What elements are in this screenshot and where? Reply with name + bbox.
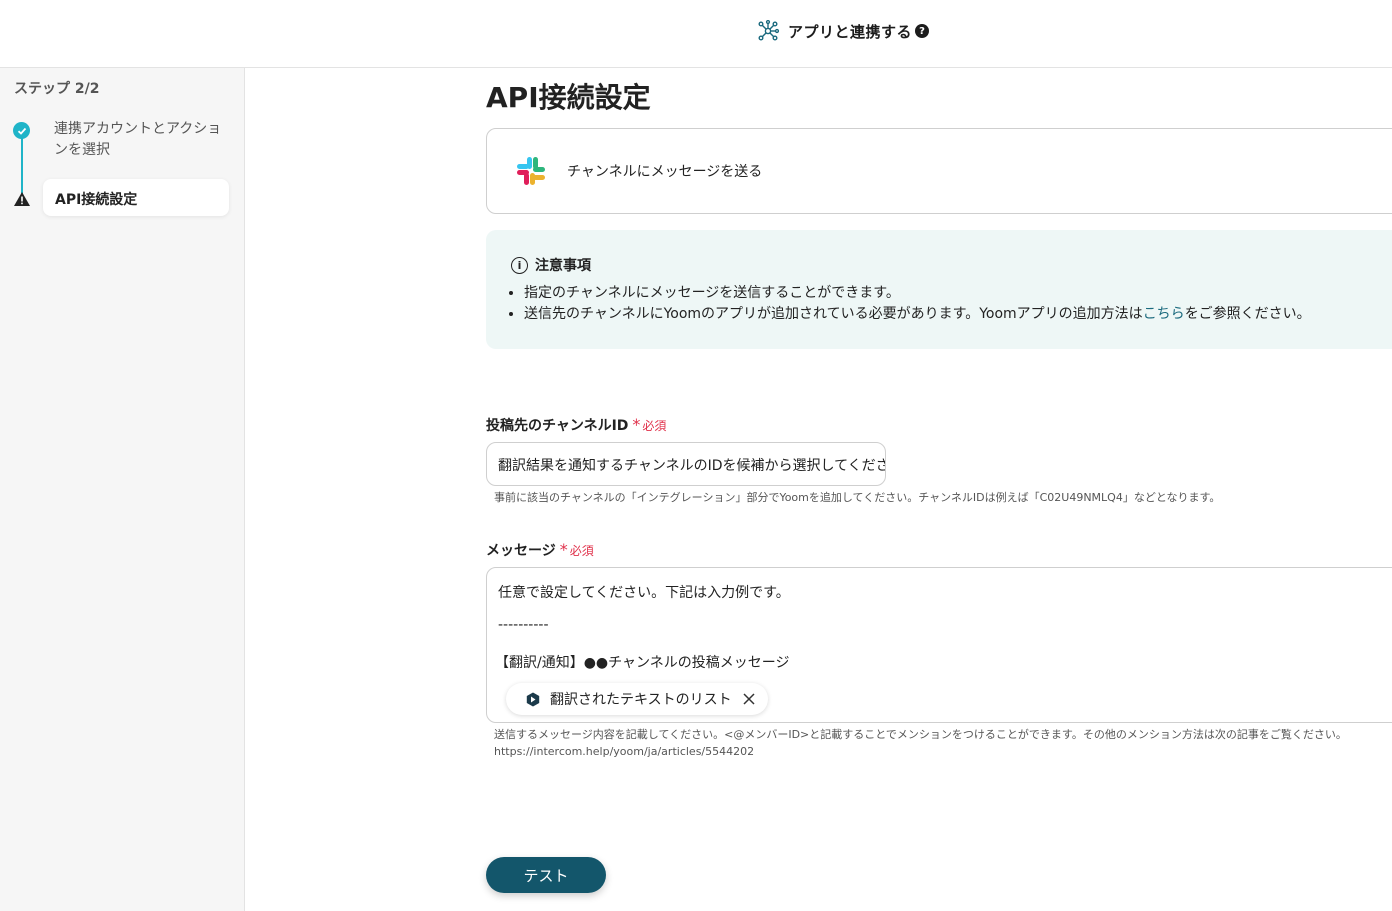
header-title-group: アプリと連携する ? xyxy=(757,19,930,43)
message-field-hint-url: https://intercom.help/yoom/ja/articles/5… xyxy=(494,745,755,758)
step-connector-line xyxy=(21,138,23,196)
required-text: 必須 xyxy=(569,543,594,558)
required-badge: * 必須 xyxy=(632,415,667,434)
page-title: API接続設定 xyxy=(486,81,651,114)
close-icon[interactable] xyxy=(742,692,756,706)
required-text: 必須 xyxy=(642,418,667,433)
step-count: ステップ 2/2 xyxy=(14,81,100,97)
message-field-label: メッセージ * 必須 xyxy=(486,540,594,560)
action-card: チャンネルにメッセージを送る xyxy=(486,128,1392,214)
warning-triangle-icon xyxy=(14,192,30,206)
header-title: アプリと連携する xyxy=(788,22,913,41)
channel-field-label-text: 投稿先のチャンネルID xyxy=(486,418,629,434)
sidebar-step-select-account[interactable]: 連携アカウントとアクションを選択 xyxy=(54,119,224,161)
action-label: チャンネルにメッセージを送る xyxy=(567,164,763,180)
chip-label: 翻訳されたテキストのリスト xyxy=(550,692,732,708)
notice-item: 指定のチャンネルにメッセージを送信することができます。 xyxy=(524,283,1311,304)
message-line: 任意で設定してください。下記は入力例です。 xyxy=(498,585,790,601)
slack-icon xyxy=(517,157,545,185)
test-button[interactable]: テスト xyxy=(486,857,606,893)
message-field-hint: 送信するメッセージ内容を記載してください。<@メンバーID>と記載することでメン… xyxy=(494,728,1347,741)
message-textarea[interactable]: 任意で設定してください。下記は入力例です。 ---------- 【翻訳/通知】… xyxy=(486,567,1392,723)
required-badge: * 必須 xyxy=(559,540,594,559)
channel-field-label: 投稿先のチャンネルID * 必須 xyxy=(486,415,666,435)
notice-item-text: 送信先のチャンネルにYoomのアプリが追加されている必要があります。Yoomアプ… xyxy=(524,306,1143,322)
notice-title-row: i 注意事項 xyxy=(511,255,591,275)
integration-network-icon xyxy=(758,20,779,41)
app-header: アプリと連携する ? xyxy=(0,0,1392,68)
message-line: 【翻訳/通知】●●チャンネルの投稿メッセージ xyxy=(495,655,790,671)
message-line: ---------- xyxy=(498,617,549,633)
notice-box: i 注意事項 指定のチャンネルにメッセージを送信することができます。 送信先のチ… xyxy=(486,230,1392,349)
channel-id-input[interactable]: 翻訳結果を通知するチャンネルのIDを候補から選択してください xyxy=(486,442,886,486)
help-link[interactable]: こちら xyxy=(1143,306,1185,322)
notice-item: 送信先のチャンネルにYoomのアプリが追加されている必要があります。Yoomアプ… xyxy=(524,304,1311,325)
notice-item-suffix: をご参照ください。 xyxy=(1184,306,1311,322)
channel-field-hint: 事前に該当のチャンネルの「インテグレーション」部分でYoomを追加してください。… xyxy=(494,491,1221,504)
channel-id-value: 翻訳結果を通知するチャンネルのIDを候補から選択してください xyxy=(498,458,886,474)
notice-title: 注意事項 xyxy=(535,258,591,274)
info-icon: i xyxy=(511,256,528,274)
sidebar-step-label: API接続設定 xyxy=(55,192,138,208)
notice-list: 指定のチャンネルにメッセージを送信することができます。 送信先のチャンネルにYo… xyxy=(524,283,1311,325)
question-circle-icon[interactable]: ? xyxy=(915,24,930,38)
sidebar-step-api-settings[interactable]: API接続設定 xyxy=(43,179,229,216)
steps-sidebar: ステップ 2/2 連携アカウントとアクションを選択 API接続設定 xyxy=(0,68,245,911)
check-circle-icon xyxy=(13,122,30,139)
message-field-label-text: メッセージ xyxy=(486,543,556,559)
notice-item-text: 指定のチャンネルにメッセージを送信することができます。 xyxy=(524,285,900,301)
hexagon-logo-icon xyxy=(526,692,540,706)
variable-chip[interactable]: 翻訳されたテキストのリスト xyxy=(506,683,768,715)
